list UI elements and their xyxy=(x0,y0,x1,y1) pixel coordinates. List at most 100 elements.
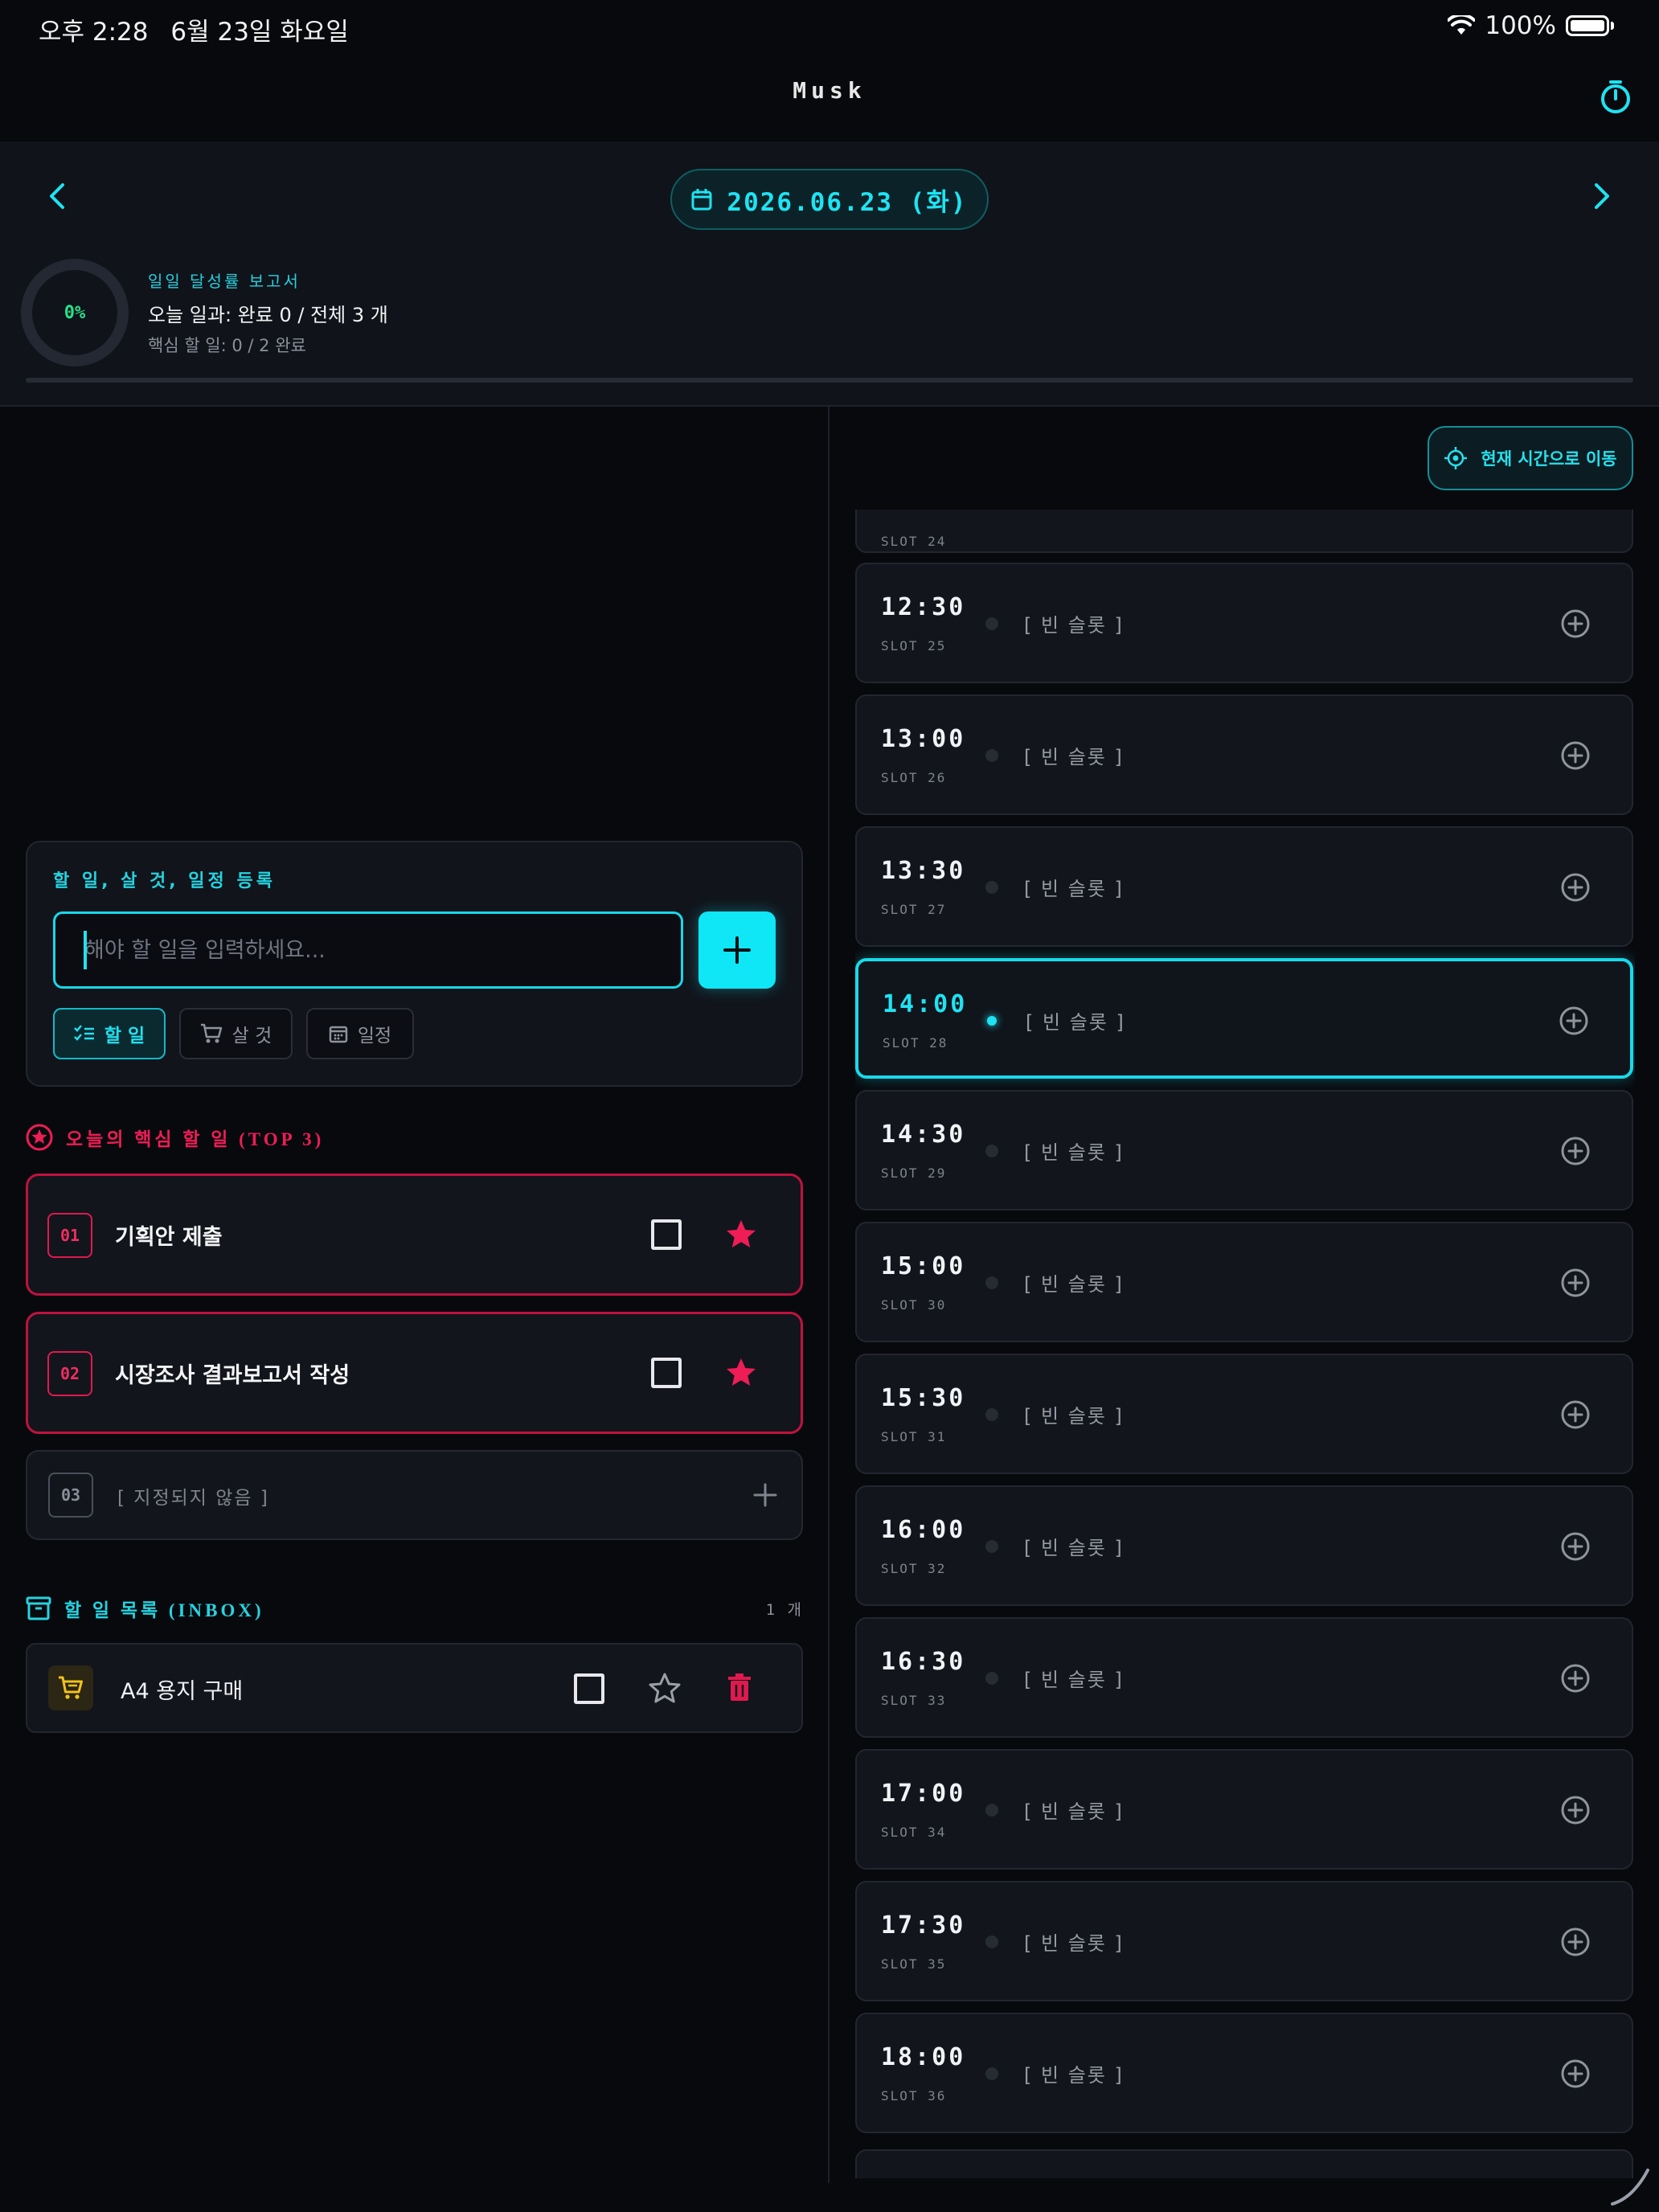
slot-empty-label: [ 빈 슬롯 ] xyxy=(1024,2064,1124,2087)
time-slot[interactable]: 16:30 SLOT 33 [ 빈 슬롯 ] xyxy=(855,1617,1633,1738)
slot-empty-label: [ 빈 슬롯 ] xyxy=(1024,1800,1124,1823)
next-day-chevron-icon[interactable] xyxy=(1583,178,1619,214)
slot-label: SLOT 26 xyxy=(881,770,947,785)
prev-day-chevron-icon[interactable] xyxy=(40,178,76,214)
time-slot[interactable]: 14:30 SLOT 29 [ 빈 슬롯 ] xyxy=(855,1090,1633,1210)
add-circle-icon[interactable] xyxy=(1559,739,1591,772)
slot-status-dot xyxy=(985,1408,998,1421)
slot-label: SLOT 29 xyxy=(881,1165,947,1181)
shopping-cart-icon xyxy=(59,1676,83,1699)
slot-status-dot xyxy=(985,617,998,630)
stopwatch-icon[interactable] xyxy=(1596,77,1635,116)
jump-to-now-button[interactable]: 현재 시간으로 이동 xyxy=(1428,426,1633,490)
slot-label: SLOT 30 xyxy=(881,1297,947,1313)
date-picker-button[interactable]: 2026.06.23 (화) xyxy=(670,169,989,230)
battery-tip xyxy=(1611,22,1614,30)
slot-empty-label: [ 빈 슬롯 ] xyxy=(1024,1669,1124,1691)
slot-time: 13:30 xyxy=(881,857,966,885)
time-slot[interactable]: 13:00 SLOT 26 [ 빈 슬롯 ] xyxy=(855,694,1633,815)
type-schedule-button[interactable]: 일정 xyxy=(306,1008,414,1059)
add-circle-icon[interactable] xyxy=(1559,1135,1591,1167)
type-todo-button[interactable]: 할 일 xyxy=(53,1008,166,1059)
inbox-item[interactable]: A4 용지 구매 xyxy=(26,1643,803,1733)
add-circle-icon[interactable] xyxy=(1559,1267,1591,1299)
slot-time: 12:30 xyxy=(881,593,966,621)
slot-empty-label: [ 빈 슬롯 ] xyxy=(1026,1011,1125,1034)
add-circle-icon[interactable] xyxy=(1559,1662,1591,1694)
inbox-heading: 할 일 목록 (INBOX) 1 개 xyxy=(26,1595,803,1622)
add-circle-icon[interactable] xyxy=(1559,871,1591,903)
top3-heading: 오늘의 핵심 할 일 (TOP 3) xyxy=(26,1124,324,1151)
slot-status-dot xyxy=(985,1672,998,1685)
slot-status-dot xyxy=(987,1016,997,1026)
item-type-badge xyxy=(48,1665,93,1710)
cart-icon xyxy=(200,1023,222,1043)
type-buy-button[interactable]: 살 것 xyxy=(179,1008,293,1059)
add-task-button[interactable] xyxy=(698,911,776,989)
time-slot[interactable]: 12:30 SLOT 25 [ 빈 슬롯 ] xyxy=(855,563,1633,683)
report-summary: 오늘 일과: 완료 0 / 전체 3 개 xyxy=(148,304,388,326)
status-bar-time: 오후 2:28 6월 23일 화요일 xyxy=(39,11,349,47)
add-circle-icon[interactable] xyxy=(1559,1926,1591,1958)
slot-status-dot xyxy=(985,749,998,762)
time-slot-partial-bottom[interactable] xyxy=(855,2149,1633,2178)
report-title: 일일 달성률 보고서 xyxy=(148,272,301,291)
time-slot[interactable]: 18:00 SLOT 36 [ 빈 슬롯 ] xyxy=(855,2013,1633,2133)
locate-crosshair-icon xyxy=(1444,447,1468,469)
inbox-count: 1 개 xyxy=(765,1600,803,1619)
add-circle-icon[interactable] xyxy=(1559,1530,1591,1563)
timeline-scroll-area[interactable]: SLOT 24 12:30 SLOT 25 [ 빈 슬롯 ] 13:00 SLOT 26… xyxy=(855,510,1635,2178)
slot-time: 13:00 xyxy=(881,725,966,753)
add-circle-icon[interactable] xyxy=(1559,1399,1591,1431)
top3-item-1[interactable]: 01 기획안 제출 xyxy=(26,1174,803,1296)
slot-label: SLOT 31 xyxy=(881,1429,947,1444)
calendar-icon xyxy=(691,189,712,211)
scroll-corner-icon xyxy=(1611,2169,1649,2206)
time-slot[interactable]: 17:00 SLOT 34 [ 빈 슬롯 ] xyxy=(855,1749,1633,1870)
slot-empty-label: [ 빈 슬롯 ] xyxy=(1024,878,1124,900)
time-slot-partial[interactable]: SLOT 24 xyxy=(855,510,1633,553)
complete-checkbox[interactable] xyxy=(651,1358,682,1388)
slot-empty-label: [ 빈 슬롯 ] xyxy=(1024,1273,1124,1296)
slot-label: SLOT 36 xyxy=(881,2088,947,2103)
add-circle-icon[interactable] xyxy=(1559,608,1591,640)
time-slot[interactable]: 15:30 SLOT 31 [ 빈 슬롯 ] xyxy=(855,1354,1633,1474)
time-slot[interactable]: 16:00 SLOT 32 [ 빈 슬롯 ] xyxy=(855,1485,1633,1606)
slot-status-dot xyxy=(985,1804,998,1817)
slot-status-dot xyxy=(985,881,998,894)
top3-item-2[interactable]: 02 시장조사 결과보고서 작성 xyxy=(26,1312,803,1434)
top3-item-3[interactable]: 03 [ 지정되지 않음 ] xyxy=(26,1450,803,1540)
text-caret xyxy=(84,931,87,969)
trash-icon[interactable] xyxy=(727,1673,752,1702)
battery-icon xyxy=(1566,15,1609,36)
wifi-icon xyxy=(1448,15,1476,35)
complete-checkbox[interactable] xyxy=(574,1673,604,1704)
task-input[interactable] xyxy=(53,911,683,989)
time-slot[interactable]: 15:00 SLOT 30 [ 빈 슬롯 ] xyxy=(855,1222,1633,1342)
slot-time: 17:30 xyxy=(881,1911,966,1940)
calendar-icon xyxy=(329,1026,348,1043)
achievement-percent: 0% xyxy=(63,302,86,323)
time-slot-current[interactable]: 14:00 SLOT 28 [ 빈 슬롯 ] xyxy=(855,958,1633,1079)
progress-bar xyxy=(26,378,1633,383)
star-filled-icon[interactable] xyxy=(724,1218,758,1251)
slot-status-dot xyxy=(985,1276,998,1289)
slot-status-dot xyxy=(985,2067,998,2080)
checklist-icon xyxy=(73,1025,94,1041)
add-circle-icon[interactable] xyxy=(1559,1794,1591,1826)
add-circle-icon[interactable] xyxy=(1558,1005,1590,1037)
time-slot[interactable]: 17:30 SLOT 35 [ 빈 슬롯 ] xyxy=(855,1881,1633,2001)
slot-time: 15:00 xyxy=(881,1252,966,1280)
add-circle-icon[interactable] xyxy=(1559,2058,1591,2090)
type-todo-label: 할 일 xyxy=(104,1026,145,1047)
time-slot[interactable]: 13:30 SLOT 27 [ 빈 슬롯 ] xyxy=(855,826,1633,947)
slot-time: 14:30 xyxy=(881,1120,966,1149)
slot-time: 17:00 xyxy=(881,1780,966,1808)
battery-percent: 100% xyxy=(1485,11,1556,40)
complete-checkbox[interactable] xyxy=(651,1219,682,1250)
star-outline-icon[interactable] xyxy=(648,1672,682,1706)
plus-icon[interactable] xyxy=(752,1482,778,1508)
star-filled-icon[interactable] xyxy=(724,1356,758,1390)
slot-status-dot xyxy=(985,1936,998,1948)
slot-label: SLOT 33 xyxy=(881,1693,947,1708)
